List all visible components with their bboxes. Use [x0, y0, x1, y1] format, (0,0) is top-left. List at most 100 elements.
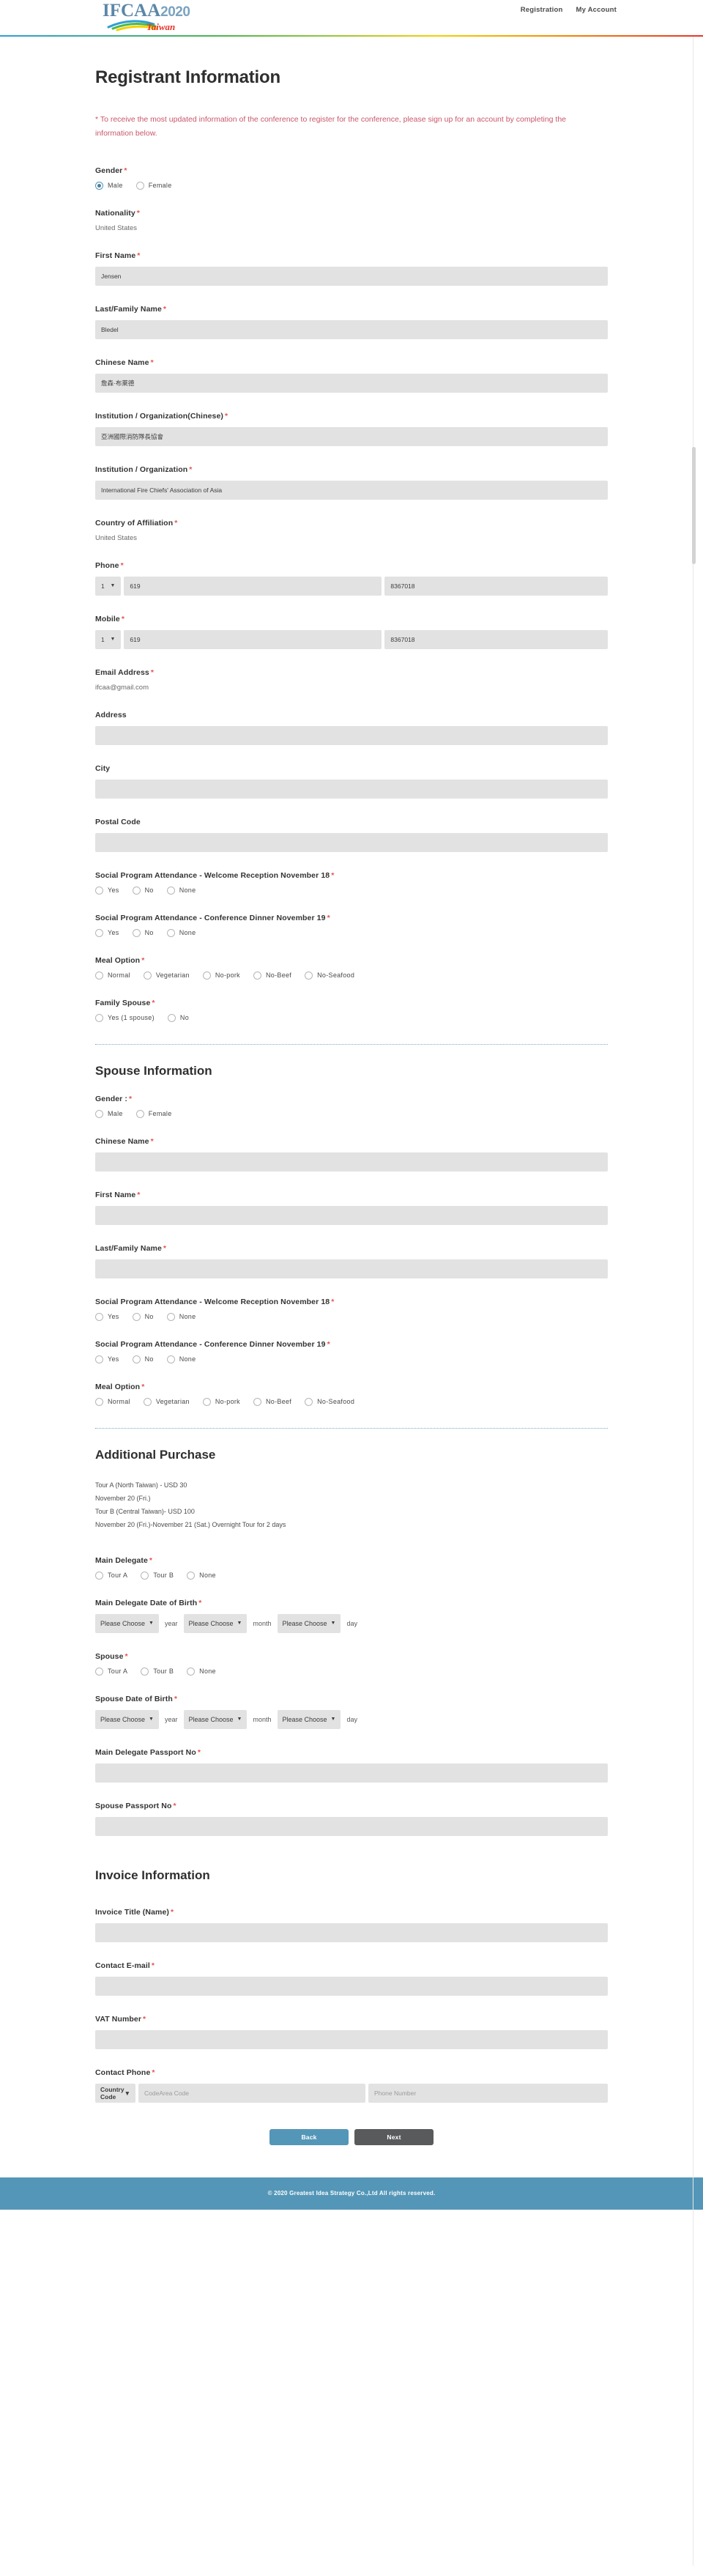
radio-welcome-no[interactable]: No	[132, 886, 154, 895]
main-delegate-passport-input[interactable]	[95, 1763, 608, 1783]
radio-main-delegate-none[interactable]: None	[187, 1571, 216, 1580]
contact-email-input[interactable]	[95, 1976, 608, 1996]
radio-meal-no-beef[interactable]: No-Beef	[253, 971, 291, 980]
required-mark: *	[137, 1190, 141, 1199]
label-meal-option-text: Meal Option	[95, 955, 141, 965]
phone-country-code-select[interactable]: 1 ▼	[95, 576, 122, 596]
radio-spouse-gender-male[interactable]: Male	[95, 1109, 123, 1118]
site-logo[interactable]: IFCAA2020 Taiwan	[103, 1, 242, 34]
radio-family-spouse-yes[interactable]: Yes (1 spouse)	[95, 1013, 155, 1022]
label-email-text: Email Address	[95, 667, 149, 677]
mobile-number-input[interactable]	[384, 629, 608, 649]
phone-number-input[interactable]	[384, 576, 608, 596]
value-country-affiliation: United States	[95, 533, 138, 542]
radio-spouse-meal-no-pork[interactable]: No-pork	[202, 1397, 240, 1406]
radio-meal-normal[interactable]: Normal	[95, 971, 130, 980]
last-name-input[interactable]	[95, 319, 608, 339]
field-email: Email Address * ifcaa@gmail.com	[95, 668, 608, 692]
spouse-chinese-name-input[interactable]	[95, 1152, 608, 1172]
spouse-passport-input[interactable]	[95, 1816, 608, 1836]
radio-spouse-welcome-no[interactable]: No	[132, 1312, 154, 1321]
institution-chinese-input[interactable]	[95, 426, 608, 446]
radio-spouse-dinner-none[interactable]: None	[166, 1355, 196, 1363]
contact-phone-number-input[interactable]	[368, 2083, 608, 2103]
radio-spouse-welcome-none[interactable]: None	[166, 1312, 196, 1321]
invoice-title-input[interactable]	[95, 1922, 608, 1942]
radio-dinner-none[interactable]: None	[166, 928, 196, 937]
radio-main-delegate-tour-a[interactable]: Tour A	[95, 1571, 128, 1580]
label-spouse-last-name-text: Last/Family Name	[95, 1243, 162, 1253]
radio-dinner-yes[interactable]: Yes	[95, 928, 119, 937]
field-institution: Institution / Organization *	[95, 465, 608, 500]
radio-label: Tour A	[108, 1572, 128, 1580]
radio-dot-icon	[167, 1013, 176, 1022]
required-mark: *	[225, 411, 228, 421]
chinese-name-input[interactable]	[95, 373, 608, 393]
radio-spouse-meal-vegetarian[interactable]: Vegetarian	[143, 1397, 190, 1406]
first-name-input[interactable]	[95, 266, 608, 286]
radio-spouse-gender-female[interactable]: Female	[135, 1109, 172, 1118]
scrollbar-thumb[interactable]	[692, 447, 696, 564]
spouse-dob-month-select[interactable]: Please Choose ▼	[183, 1709, 248, 1729]
contact-phone-area-code-input[interactable]	[138, 2083, 366, 2103]
radio-spouse-welcome-yes[interactable]: Yes	[95, 1312, 119, 1321]
required-mark: *	[128, 1094, 133, 1103]
contact-phone-country-code-select[interactable]: Country Code ▼	[95, 2083, 136, 2103]
label-last-name-text: Last/Family Name	[95, 304, 162, 314]
radio-spouse-meal-no-beef[interactable]: No-Beef	[253, 1397, 291, 1406]
radio-spouse-meal-no-seafood[interactable]: No-Seafood	[305, 1397, 354, 1406]
field-spouse-tour: Spouse * Tour A Tour B None	[95, 1652, 608, 1676]
mobile-country-code-select[interactable]: 1 ▼	[95, 629, 122, 649]
radio-dinner-no[interactable]: No	[132, 928, 154, 937]
main-delegate-dob-year-select[interactable]: Please Choose ▼	[95, 1613, 159, 1633]
required-mark: *	[173, 1801, 176, 1810]
address-input[interactable]	[95, 725, 608, 745]
spouse-last-name-input[interactable]	[95, 1259, 608, 1278]
dob-unit-month: month	[253, 1619, 272, 1627]
spouse-dob-day-select[interactable]: Please Choose ▼	[277, 1709, 341, 1729]
back-button[interactable]: Back	[269, 2128, 349, 2145]
radio-welcome-yes[interactable]: Yes	[95, 886, 119, 895]
field-spouse-chinese-name: Chinese Name *	[95, 1137, 608, 1172]
spouse-dob-year-select[interactable]: Please Choose ▼	[95, 1709, 159, 1729]
required-mark: *	[197, 1747, 201, 1757]
nav-link-my-account[interactable]: My Account	[576, 6, 617, 14]
main-delegate-dob-month-select[interactable]: Please Choose ▼	[183, 1613, 248, 1633]
mobile-area-code-input[interactable]	[124, 629, 382, 649]
city-input[interactable]	[95, 779, 608, 799]
label-main-delegate-dob: Main Delegate Date of Birth *	[95, 1599, 608, 1607]
label-spouse-tour: Spouse *	[95, 1652, 608, 1661]
label-spouse-welcome-reception: Social Program Attendance - Welcome Rece…	[95, 1298, 608, 1306]
radio-label: Male	[108, 1110, 123, 1118]
radio-meal-no-seafood[interactable]: No-Seafood	[305, 971, 354, 980]
radio-spouse-tour-b[interactable]: Tour B	[141, 1667, 174, 1676]
radio-spouse-tour-a[interactable]: Tour A	[95, 1667, 127, 1676]
vat-number-input[interactable]	[95, 2029, 608, 2049]
radio-gender-female[interactable]: Female	[135, 181, 172, 190]
radio-meal-no-pork[interactable]: No-pork	[202, 971, 240, 980]
label-welcome-reception: Social Program Attendance - Welcome Rece…	[95, 871, 608, 880]
field-nationality: Nationality * United States	[95, 209, 608, 232]
radio-spouse-tour-none[interactable]: None	[187, 1667, 216, 1676]
radio-spouse-dinner-no[interactable]: No	[132, 1355, 154, 1363]
radio-dot-icon	[143, 971, 152, 980]
radio-spouse-dinner-yes[interactable]: Yes	[95, 1355, 119, 1363]
radio-main-delegate-tour-b[interactable]: Tour B	[141, 1571, 174, 1580]
nav-link-registration[interactable]: Registration	[521, 6, 563, 14]
required-mark: *	[163, 1243, 167, 1253]
radio-label: Female	[148, 1110, 172, 1118]
next-button[interactable]: Next	[354, 2128, 434, 2145]
radio-welcome-none[interactable]: None	[166, 886, 196, 895]
main-delegate-dob-day-select[interactable]: Please Choose ▼	[277, 1613, 341, 1633]
institution-input[interactable]	[95, 480, 608, 500]
label-spouse-chinese-name: Chinese Name *	[95, 1137, 608, 1146]
radio-meal-vegetarian[interactable]: Vegetarian	[143, 971, 190, 980]
phone-area-code-input[interactable]	[124, 576, 382, 596]
spouse-first-name-input[interactable]	[95, 1205, 608, 1225]
radio-spouse-meal-normal[interactable]: Normal	[95, 1397, 130, 1406]
radio-gender-male[interactable]: Male	[95, 181, 123, 190]
radio-dot-icon	[95, 1109, 103, 1118]
postal-code-input[interactable]	[95, 832, 608, 852]
radio-family-spouse-no[interactable]: No	[167, 1013, 189, 1022]
label-mobile: Mobile *	[95, 615, 608, 623]
